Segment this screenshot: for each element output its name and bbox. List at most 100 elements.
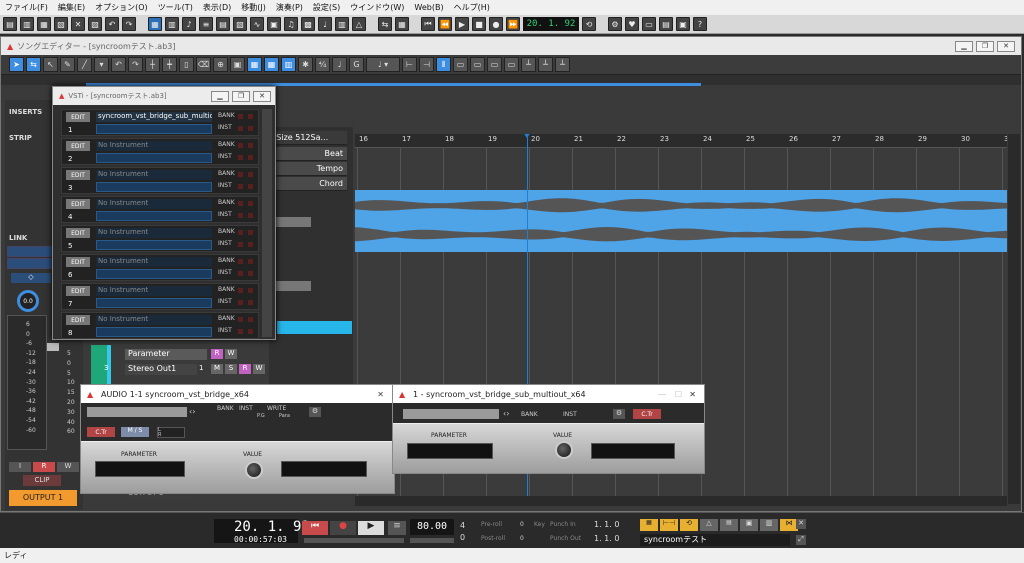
score-icon[interactable]: ♪	[182, 17, 196, 31]
marker-icon[interactable]: ▥	[335, 17, 349, 31]
transport-slider[interactable]	[304, 538, 404, 543]
line-tool-icon[interactable]: ╱	[77, 57, 92, 72]
audio-edit-icon[interactable]: ∿	[250, 17, 264, 31]
instrument-name[interactable]: No Instrument	[96, 315, 212, 325]
stereo-out-label[interactable]: Stereo Out1	[125, 364, 197, 375]
transport-list-icon[interactable]: ≡	[388, 521, 406, 535]
record-icon[interactable]: ●	[489, 17, 503, 31]
pencil-tool-icon[interactable]: ✎	[60, 57, 75, 72]
link-header[interactable]: LINK	[9, 234, 27, 242]
transport-play-icon[interactable]: ▶	[358, 521, 384, 535]
track-fader-2[interactable]	[273, 281, 311, 291]
transport-record-icon[interactable]: ●	[330, 521, 356, 535]
vsti-minimize-icon[interactable]: ▁	[211, 90, 229, 102]
piano-roll-icon[interactable]: ▥	[165, 17, 179, 31]
locator-right-icon[interactable]: ⊣	[419, 57, 434, 72]
vertical-scrollbar[interactable]	[1008, 134, 1020, 504]
chord-track[interactable]: Chord	[269, 177, 347, 191]
menu-window[interactable]: ウインドウ(W)	[345, 2, 409, 13]
inst-led[interactable]	[238, 242, 243, 247]
dropdown-icon[interactable]: ▾	[94, 57, 109, 72]
menu-edit[interactable]: 編集(E)	[53, 2, 90, 13]
song-editor-icon[interactable]: ▦	[148, 17, 162, 31]
rewind-icon[interactable]: ⏪	[438, 17, 452, 31]
grid-mode-icon[interactable]: ▦	[264, 57, 279, 72]
goto-start-icon[interactable]: ⏮	[421, 17, 435, 31]
range-tool-icon[interactable]: ⇆	[26, 57, 41, 72]
split-tool-icon[interactable]: ┼	[145, 57, 160, 72]
clip-indicator[interactable]: CLIP	[23, 475, 61, 486]
save-icon[interactable]: ▦	[37, 17, 51, 31]
tempo-track[interactable]: Tempo	[269, 162, 347, 176]
inserts-header[interactable]: INSERTS	[9, 108, 42, 116]
inst-led[interactable]	[238, 271, 243, 276]
pointer-tool-icon[interactable]: ➤	[9, 57, 24, 72]
fader-handle[interactable]	[47, 343, 59, 351]
menu-tools[interactable]: ツール(T)	[153, 2, 198, 13]
range-button-icon[interactable]: ⊢⊣	[660, 519, 678, 531]
inst-led-2[interactable]	[248, 184, 253, 189]
metronome-icon[interactable]: △	[352, 17, 366, 31]
view-mode-icon[interactable]: ▦	[247, 57, 262, 72]
zoom-tool-icon[interactable]: ⊕	[213, 57, 228, 72]
edit-button[interactable]: EDIT	[66, 112, 90, 122]
mute-tool-icon[interactable]: ▯	[179, 57, 194, 72]
bank-led[interactable]	[238, 143, 243, 148]
bank-led-2[interactable]	[248, 230, 253, 235]
edit-button[interactable]: EDIT	[66, 228, 90, 238]
transport-close-icon[interactable]: ✕	[796, 519, 806, 529]
transport-expand-icon[interactable]: ⤢	[796, 535, 806, 545]
instrument-name[interactable]: No Instrument	[96, 228, 212, 238]
tempo-icon[interactable]: ♩	[318, 17, 332, 31]
pan-knob[interactable]: 0.0	[17, 290, 39, 312]
inst-led[interactable]	[238, 213, 243, 218]
track-tool-2-icon[interactable]: ▭	[470, 57, 485, 72]
inst-led-2[interactable]	[248, 300, 253, 305]
mute-button[interactable]: M	[211, 364, 223, 374]
inst-led-2[interactable]	[248, 213, 253, 218]
beat-bottom[interactable]: 0	[460, 533, 465, 542]
inst-led-2[interactable]	[248, 155, 253, 160]
follow-icon[interactable]: ⫴	[436, 57, 451, 72]
bank-led[interactable]	[238, 288, 243, 293]
plugin2-close-icon[interactable]: ✕	[689, 390, 696, 399]
play-icon[interactable]: ▶	[455, 17, 469, 31]
mixer-icon[interactable]: ▤	[216, 17, 230, 31]
fast-forward-icon[interactable]: ⏩	[506, 17, 520, 31]
time-signature-icon[interactable]: ⁴⁄₄	[315, 57, 330, 72]
redo-tool-icon[interactable]: ↷	[128, 57, 143, 72]
sync-button-icon[interactable]: ▣	[740, 519, 758, 531]
bank-led-2[interactable]	[248, 143, 253, 148]
close-icon[interactable]: ✕	[997, 40, 1015, 52]
rec-button[interactable]: R	[33, 462, 55, 472]
instrument-name[interactable]: No Instrument	[96, 286, 212, 296]
preroll-value[interactable]: 0	[520, 521, 524, 528]
plugin1-value-display[interactable]	[281, 461, 367, 477]
bank-led[interactable]	[238, 317, 243, 322]
inst-led[interactable]	[238, 126, 243, 131]
maximize-icon[interactable]: ❐	[976, 40, 994, 52]
instrument-output-bar[interactable]	[96, 182, 212, 192]
plugin2-settings-icon[interactable]: ⚙	[613, 409, 625, 419]
link-select[interactable]: ◇	[11, 273, 51, 283]
undo-tool-icon[interactable]: ↶	[111, 57, 126, 72]
inst-led-2[interactable]	[248, 271, 253, 276]
menu-web[interactable]: Web(B)	[409, 3, 448, 12]
menu-settings[interactable]: 設定(S)	[308, 2, 345, 13]
punch-out-value[interactable]: 1. 1. 0	[594, 534, 619, 543]
playhead-marker-icon[interactable]	[523, 134, 531, 138]
bank-led-2[interactable]	[248, 288, 253, 293]
arrange-icon[interactable]: ▤	[659, 17, 673, 31]
edit-button[interactable]: EDIT	[66, 257, 90, 267]
marker-tool-icon[interactable]: ✱	[298, 57, 313, 72]
inst-led-2[interactable]	[248, 126, 253, 131]
plugin1-prev-next-icon[interactable]: ‹›	[189, 407, 195, 416]
horizontal-scrollbar[interactable]	[355, 496, 1007, 506]
chord-icon[interactable]: ♫	[284, 17, 298, 31]
inst-led-2[interactable]	[248, 329, 253, 334]
window-icon[interactable]: ▭	[642, 17, 656, 31]
param-r-button[interactable]: R	[211, 349, 223, 359]
bank-led[interactable]	[238, 230, 243, 235]
help-icon[interactable]: ?	[693, 17, 707, 31]
plugin1-parameter-display[interactable]	[95, 461, 185, 477]
